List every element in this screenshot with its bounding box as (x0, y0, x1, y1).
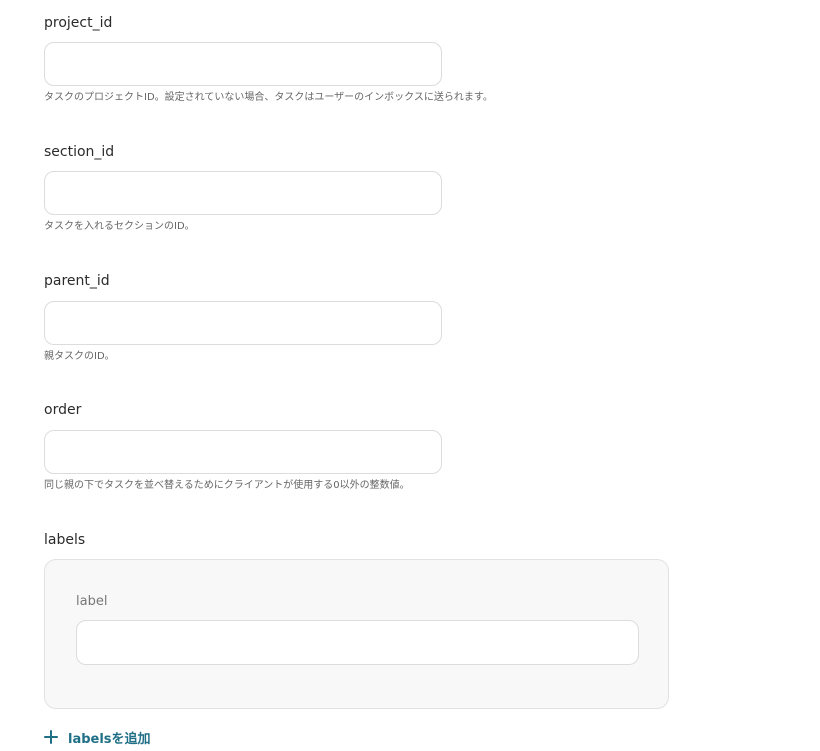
order-help: 同じ親の下でタスクを並べ替えるためにクライアントが使用する0以外の整数値。 (44, 480, 410, 491)
labels-title: labels (44, 532, 86, 548)
labels-item-panel: label (44, 559, 669, 709)
label-item-input[interactable] (76, 620, 639, 665)
order-input[interactable] (44, 430, 442, 474)
project-id-input[interactable] (44, 42, 442, 86)
plus-icon (44, 730, 58, 744)
parent-id-input[interactable] (44, 301, 442, 345)
order-label: order (44, 402, 82, 418)
project-id-label: project_id (44, 15, 113, 31)
section-id-label: section_id (44, 144, 115, 160)
parent-id-label: parent_id (44, 273, 110, 289)
form-page: project_id タスクのプロジェクトID。設定されていない場合、タスクはユ… (0, 0, 820, 751)
parent-id-help: 親タスクのID。 (44, 351, 115, 362)
project-id-help: タスクのプロジェクトID。設定されていない場合、タスクはユーザーのインボックスに… (44, 92, 493, 103)
add-labels-button[interactable]: labelsを追加 (44, 726, 151, 748)
section-id-input[interactable] (44, 171, 442, 215)
add-labels-label: labelsを追加 (68, 731, 151, 747)
label-item-label: label (76, 594, 108, 609)
section-id-help: タスクを入れるセクションのID。 (44, 221, 195, 232)
